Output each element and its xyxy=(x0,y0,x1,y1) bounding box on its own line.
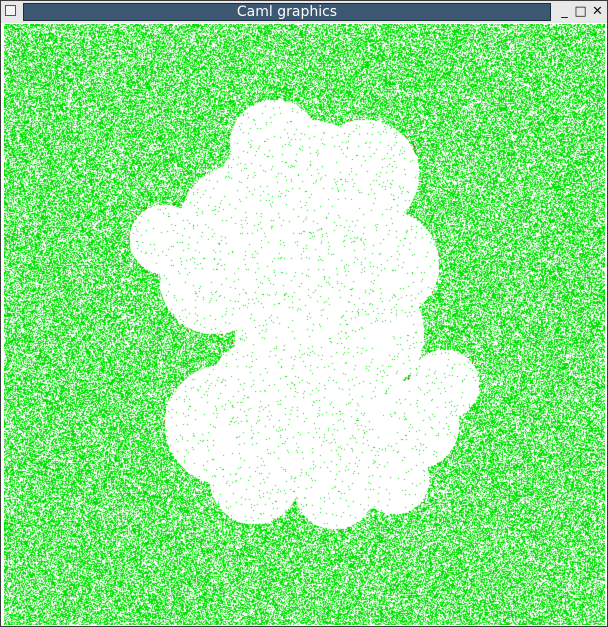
window-title: Caml graphics xyxy=(236,4,338,20)
graphics-area[interactable] xyxy=(4,24,605,625)
window-menu-icon[interactable] xyxy=(5,5,16,16)
app-window: Caml graphics _ □ ✕ xyxy=(0,0,608,627)
title-box[interactable]: Caml graphics xyxy=(23,3,551,21)
maximize-icon[interactable]: □ xyxy=(573,4,588,19)
minimize-icon[interactable]: _ xyxy=(557,4,572,19)
simulation-canvas[interactable] xyxy=(4,24,605,625)
titlebar[interactable]: Caml graphics _ □ ✕ xyxy=(1,1,607,23)
close-icon[interactable]: ✕ xyxy=(590,4,605,19)
